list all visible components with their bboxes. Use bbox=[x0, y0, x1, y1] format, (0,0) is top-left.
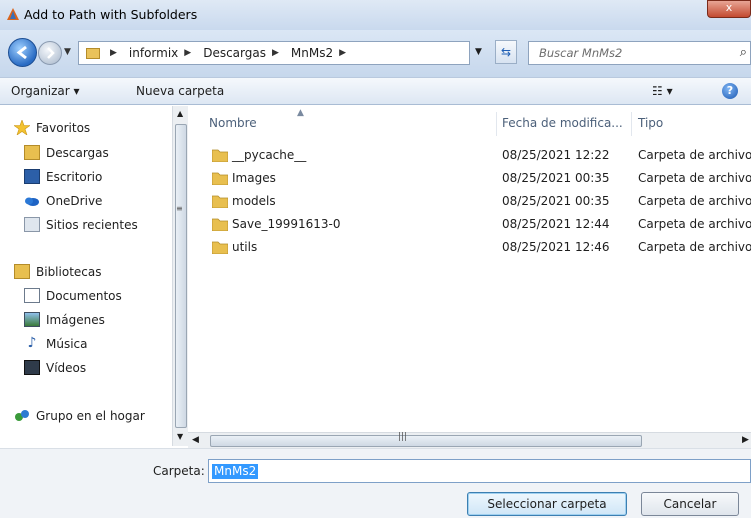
column-divider[interactable] bbox=[496, 112, 497, 136]
folder-icon bbox=[86, 47, 100, 59]
folder-icon bbox=[212, 149, 228, 162]
scrollbar-thumb[interactable] bbox=[210, 435, 642, 447]
library-icon bbox=[14, 264, 30, 279]
breadcrumb-mnms2[interactable]: MnMs2 ▶ bbox=[291, 46, 352, 60]
forward-arrow-icon bbox=[47, 47, 55, 59]
refresh-icon: ⇆ bbox=[500, 45, 512, 59]
dialog-footer: Carpeta: MnMs2 Seleccionar carpeta Cance… bbox=[0, 448, 751, 518]
video-icon bbox=[24, 360, 40, 375]
file-row[interactable]: Images 08/25/2021 00:35 Carpeta de archi… bbox=[188, 167, 751, 190]
nav-item-imagenes[interactable]: Imágenes bbox=[24, 312, 105, 327]
nav-pane-scrollbar[interactable]: ▲ ≡ ▼ bbox=[172, 106, 188, 446]
back-arrow-icon bbox=[16, 45, 27, 60]
folder-icon bbox=[212, 172, 228, 185]
nav-item-videos[interactable]: Vídeos bbox=[24, 360, 86, 375]
folder-name-value[interactable]: MnMs2 bbox=[212, 464, 259, 479]
file-row[interactable]: models 08/25/2021 00:35 Carpeta de archi… bbox=[188, 190, 751, 213]
window-title: Add to Path with Subfolders bbox=[24, 7, 198, 22]
downloads-folder-icon bbox=[24, 145, 40, 160]
search-box[interactable]: Buscar MnMs2 ⌕ bbox=[528, 41, 751, 65]
breadcrumb-separator[interactable]: ▶ bbox=[106, 48, 123, 58]
navigation-bar: ▼ ▶ informix ▶ Descargas ▶ MnMs2 ▶ ▼ ⇆ Busc… bbox=[0, 30, 751, 77]
change-view-button[interactable]: ☷ ▾ bbox=[652, 84, 673, 98]
new-folder-button[interactable]: Nueva carpeta bbox=[136, 84, 224, 98]
file-row[interactable]: Save_19991613-0 08/25/2021 12:44 Carpeta… bbox=[188, 213, 751, 236]
navigation-pane: Favoritos Descargas Escritorio OneDrive … bbox=[0, 106, 172, 423]
homegroup-icon bbox=[15, 410, 29, 421]
app-icon bbox=[7, 8, 19, 20]
folder-icon bbox=[212, 195, 228, 208]
forward-button[interactable] bbox=[38, 41, 62, 65]
scrollbar-thumb[interactable] bbox=[175, 124, 187, 428]
organize-button[interactable]: Organizar ▾ bbox=[11, 84, 80, 98]
address-bar[interactable]: ▶ informix ▶ Descargas ▶ MnMs2 ▶ bbox=[78, 41, 470, 65]
nav-favorites[interactable]: Favoritos bbox=[14, 120, 90, 135]
title-bar: Add to Path with Subfolders x bbox=[0, 0, 751, 30]
nav-item-documentos[interactable]: Documentos bbox=[24, 288, 122, 303]
select-folder-button[interactable]: Seleccionar carpeta bbox=[467, 492, 627, 516]
documents-icon bbox=[24, 288, 40, 303]
music-note-icon: ♪ bbox=[27, 335, 37, 351]
search-placeholder: Buscar MnMs2 bbox=[539, 46, 623, 60]
file-row[interactable]: utils 08/25/2021 12:46 Carpeta de archiv… bbox=[188, 236, 751, 259]
star-icon bbox=[14, 120, 30, 135]
folder-icon bbox=[212, 218, 228, 231]
help-icon[interactable]: ? bbox=[722, 83, 738, 99]
breadcrumb-descargas[interactable]: Descargas ▶ bbox=[203, 46, 285, 60]
column-header-date[interactable]: Fecha de modifica... bbox=[502, 116, 623, 130]
scrollbar-grip-icon: ||| bbox=[398, 432, 408, 442]
close-button[interactable]: x bbox=[707, 0, 751, 18]
nav-libraries[interactable]: Bibliotecas bbox=[14, 264, 101, 279]
nav-item-escritorio[interactable]: Escritorio bbox=[24, 169, 102, 184]
folder-label: Carpeta: bbox=[153, 464, 205, 478]
scroll-up-arrow-icon[interactable]: ▲ bbox=[177, 109, 183, 118]
nav-item-descargas[interactable]: Descargas bbox=[24, 145, 109, 160]
sort-ascending-icon: ▲ bbox=[297, 108, 304, 118]
nav-item-musica[interactable]: ♪ Música bbox=[24, 336, 88, 351]
breadcrumb-informix[interactable]: informix ▶ bbox=[129, 46, 197, 60]
column-divider[interactable] bbox=[631, 112, 632, 136]
recent-places-icon bbox=[24, 217, 40, 232]
scroll-down-arrow-icon[interactable]: ▼ bbox=[177, 432, 183, 441]
folder-name-field[interactable]: MnMs2 bbox=[208, 459, 751, 483]
back-button[interactable] bbox=[8, 38, 37, 67]
recent-pages-dropdown[interactable]: ▼ bbox=[64, 47, 71, 57]
onedrive-icon bbox=[25, 197, 39, 206]
file-list-horizontal-scrollbar[interactable]: ◀ ||| ▶ bbox=[188, 432, 751, 448]
folder-icon bbox=[212, 241, 228, 254]
address-dropdown[interactable]: ▼ bbox=[475, 47, 482, 57]
column-header-name[interactable]: Nombre bbox=[209, 116, 257, 130]
pictures-icon bbox=[24, 312, 40, 327]
scroll-right-arrow-icon[interactable]: ▶ bbox=[742, 435, 749, 445]
nav-item-onedrive[interactable]: OneDrive bbox=[24, 193, 102, 208]
search-icon[interactable]: ⌕ bbox=[740, 45, 747, 60]
file-row[interactable]: __pycache__ 08/25/2021 12:22 Carpeta de … bbox=[188, 144, 751, 167]
file-list: ▲ Nombre Fecha de modifica... Tipo __pyc… bbox=[188, 106, 751, 432]
nav-item-sitios-recientes[interactable]: Sitios recientes bbox=[24, 217, 138, 232]
command-toolbar: Organizar ▾ Nueva carpeta ☷ ▾ ? bbox=[0, 77, 751, 105]
nav-homegroup[interactable]: Grupo en el hogar bbox=[14, 408, 145, 423]
cancel-button[interactable]: Cancelar bbox=[641, 492, 739, 516]
refresh-button[interactable]: ⇆ bbox=[495, 40, 517, 64]
scroll-left-arrow-icon[interactable]: ◀ bbox=[192, 435, 199, 445]
column-header-type[interactable]: Tipo bbox=[638, 116, 663, 130]
scrollbar-grip-icon: ≡ bbox=[176, 204, 183, 213]
desktop-icon bbox=[24, 169, 40, 184]
